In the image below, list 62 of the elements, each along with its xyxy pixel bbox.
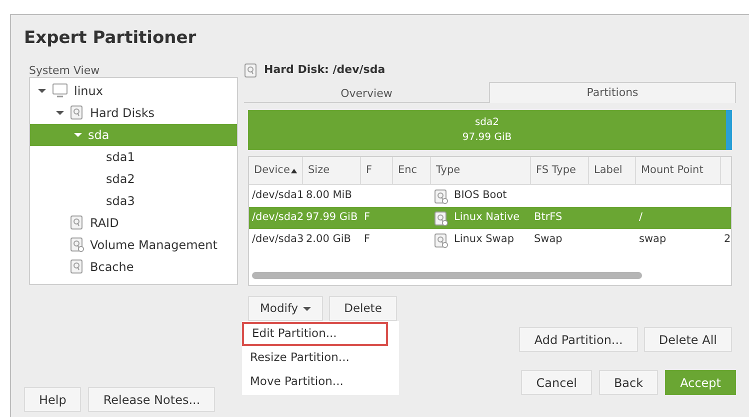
table-cell-text: BtrFS xyxy=(534,210,562,226)
table-cell-text: /dev/sda1 xyxy=(252,188,303,204)
tree-item[interactable]: sda2 xyxy=(30,168,237,190)
sort-arrow-icon xyxy=(290,168,297,174)
expanded-arrow-icon[interactable] xyxy=(38,86,46,94)
column-header[interactable]: Label xyxy=(589,157,636,184)
delete-all-button[interactable]: Delete All xyxy=(644,327,732,352)
tab[interactable]: Overview xyxy=(244,86,489,102)
table-cell-text: F xyxy=(364,232,370,248)
table-cell-text: 97.99 GiB xyxy=(306,210,358,226)
disk-gear-icon xyxy=(434,188,448,204)
table-cell-text: swap xyxy=(639,232,666,248)
window-title: Expert Partitioner xyxy=(24,27,196,50)
segment-name: sda2 xyxy=(474,116,500,130)
modify-button[interactable]: Modify xyxy=(248,296,324,321)
tree-item[interactable]: linux xyxy=(30,80,237,102)
column-header[interactable]: FS Type xyxy=(531,157,589,184)
menu-item[interactable]: Resize Partition... xyxy=(242,346,399,370)
column-header[interactable]: F xyxy=(361,157,393,184)
device-title: Hard Disk: /dev/sda xyxy=(264,62,386,78)
menu-item[interactable]: Edit Partition... xyxy=(242,322,388,346)
expanded-arrow-icon[interactable] xyxy=(56,108,64,116)
disk-gear-icon xyxy=(70,237,84,252)
segment-size: 97.99 GiB xyxy=(462,131,512,145)
dialog-button[interactable]: Back xyxy=(598,370,658,395)
dialog-button[interactable]: Cancel xyxy=(521,370,592,395)
column-header[interactable]: Type xyxy=(431,157,531,184)
table-cell-text: F xyxy=(364,210,370,226)
system-view-label: System View xyxy=(29,62,100,78)
menu-item[interactable]: Move Partition... xyxy=(242,370,399,394)
tree-item[interactable]: Volume Management xyxy=(30,234,237,256)
tab[interactable]: Partitions xyxy=(489,82,736,103)
table-cell-text: / xyxy=(639,210,643,226)
table-cell-text: Linux Swap xyxy=(454,232,514,248)
computer-icon xyxy=(52,83,68,98)
tree-item[interactable]: Hard Disks xyxy=(30,102,237,124)
table-cell-text: 2 xyxy=(724,232,731,248)
column-header[interactable]: Enc xyxy=(393,157,431,184)
table-cell-text: Swap xyxy=(534,232,562,248)
column-header[interactable]: Device xyxy=(249,157,303,184)
disk-gear-icon xyxy=(434,232,448,248)
tree-item[interactable]: Bcache xyxy=(30,256,237,278)
table-cell-text: /dev/sda3 xyxy=(252,232,303,248)
delete-button[interactable]: Delete xyxy=(329,296,397,321)
table-cell-text: /dev/sda2 xyxy=(252,210,303,226)
tree-item[interactable]: sda3 xyxy=(30,190,237,212)
tree-item[interactable]: sda1 xyxy=(30,146,237,168)
horizontal-scrollbar[interactable] xyxy=(252,272,642,279)
dialog-button[interactable]: Help xyxy=(24,387,82,412)
tree-item[interactable]: RAID xyxy=(30,212,237,234)
column-header[interactable]: Mount Point xyxy=(636,157,721,184)
column-header[interactable]: Size xyxy=(303,157,361,184)
add-partition-button[interactable]: Add Partition... xyxy=(519,327,638,352)
table-cell-text: 2.00 GiB xyxy=(306,232,351,248)
expanded-arrow-icon[interactable] xyxy=(303,304,312,312)
table-cell-text: BIOS Boot xyxy=(454,188,507,204)
table-row[interactable]: /dev/sda1 8.00 MiB BIOS Boot xyxy=(249,185,731,207)
dialog-button[interactable]: Release Notes... xyxy=(88,387,216,412)
table-cell-text: Linux Native xyxy=(454,210,520,226)
table-cell-text: 8.00 MiB xyxy=(306,188,352,204)
disk-gear-icon xyxy=(434,210,448,226)
table-row[interactable]: /dev/sda3 2.00 GiB F Linux Swap Swap swap 2 xyxy=(249,229,731,251)
